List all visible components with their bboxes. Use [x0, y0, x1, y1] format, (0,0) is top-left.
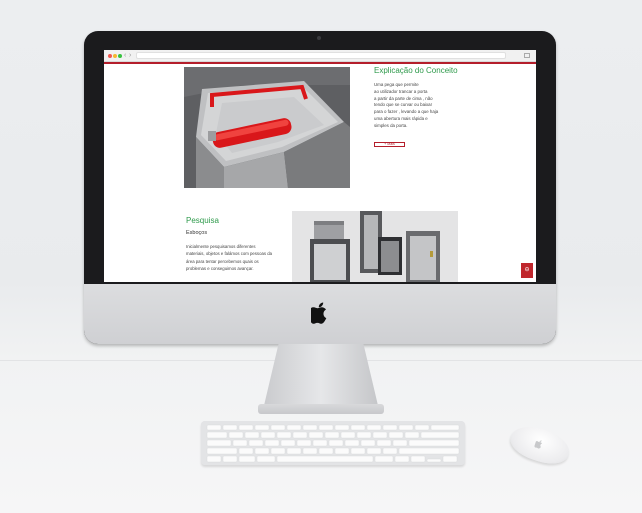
apple-logo-icon — [311, 302, 327, 324]
research-line: Inicialmente pesquisamos diferentes — [186, 244, 256, 249]
magic-mouse — [506, 420, 574, 470]
keyboard — [201, 421, 465, 465]
zoom-window-button[interactable] — [118, 54, 122, 58]
research-description: Inicialmente pesquisamos diferentes mate… — [186, 243, 286, 273]
concept-line: simples da porta. — [374, 122, 408, 128]
research-models-image — [292, 211, 458, 282]
research-subtitle: Esboços — [186, 230, 208, 236]
concept-render-image — [184, 67, 350, 188]
forward-arrow-icon[interactable]: › — [129, 52, 131, 60]
browser-toolbar: ‹ › — [104, 50, 536, 62]
concept-line: Uma pega que permite — [374, 82, 419, 87]
research-title: Pesquisa — [186, 216, 219, 225]
research-line: área para tentar percebemos quais os — [186, 258, 259, 264]
mouse-apple-logo-icon — [534, 440, 542, 449]
concept-title: Explicação do Conceito — [374, 66, 458, 75]
header-accent-rule — [104, 62, 536, 64]
concept-line: ao utilizador trancar a porta — [374, 88, 428, 94]
tabs-icon[interactable] — [524, 53, 530, 58]
imac-chin — [84, 284, 556, 344]
imac-stand-base — [258, 404, 384, 414]
more-button[interactable]: + Mais — [374, 142, 405, 147]
imac-monitor: ‹ › Explicação do Conceito Uma pega que … — [84, 31, 556, 344]
screen: ‹ › Explicação do Conceito Uma pega que … — [104, 50, 536, 282]
concept-line: uma abertura mais rápida e — [374, 115, 428, 121]
back-arrow-icon[interactable]: ‹ — [124, 52, 126, 60]
camera — [317, 36, 321, 40]
scroll-to-top-button[interactable]: ⊖ — [521, 263, 533, 278]
close-window-button[interactable] — [108, 54, 112, 58]
concept-line: tendo que se curvar ou baixar — [374, 102, 433, 108]
concept-line: a partir da parte de cima , não — [374, 95, 433, 101]
minimize-window-button[interactable] — [113, 54, 117, 58]
research-line: problemas e conseguimos avançar. — [186, 266, 254, 272]
concept-line: para o fazer , levando a que haja — [374, 109, 439, 115]
concept-description: Uma pega que permite ao utilizador tranc… — [374, 82, 454, 130]
research-line: materiais, objetos e falámos com pessoas… — [186, 251, 272, 257]
up-circle-icon: ⊖ — [524, 267, 530, 273]
address-bar[interactable] — [136, 52, 506, 59]
